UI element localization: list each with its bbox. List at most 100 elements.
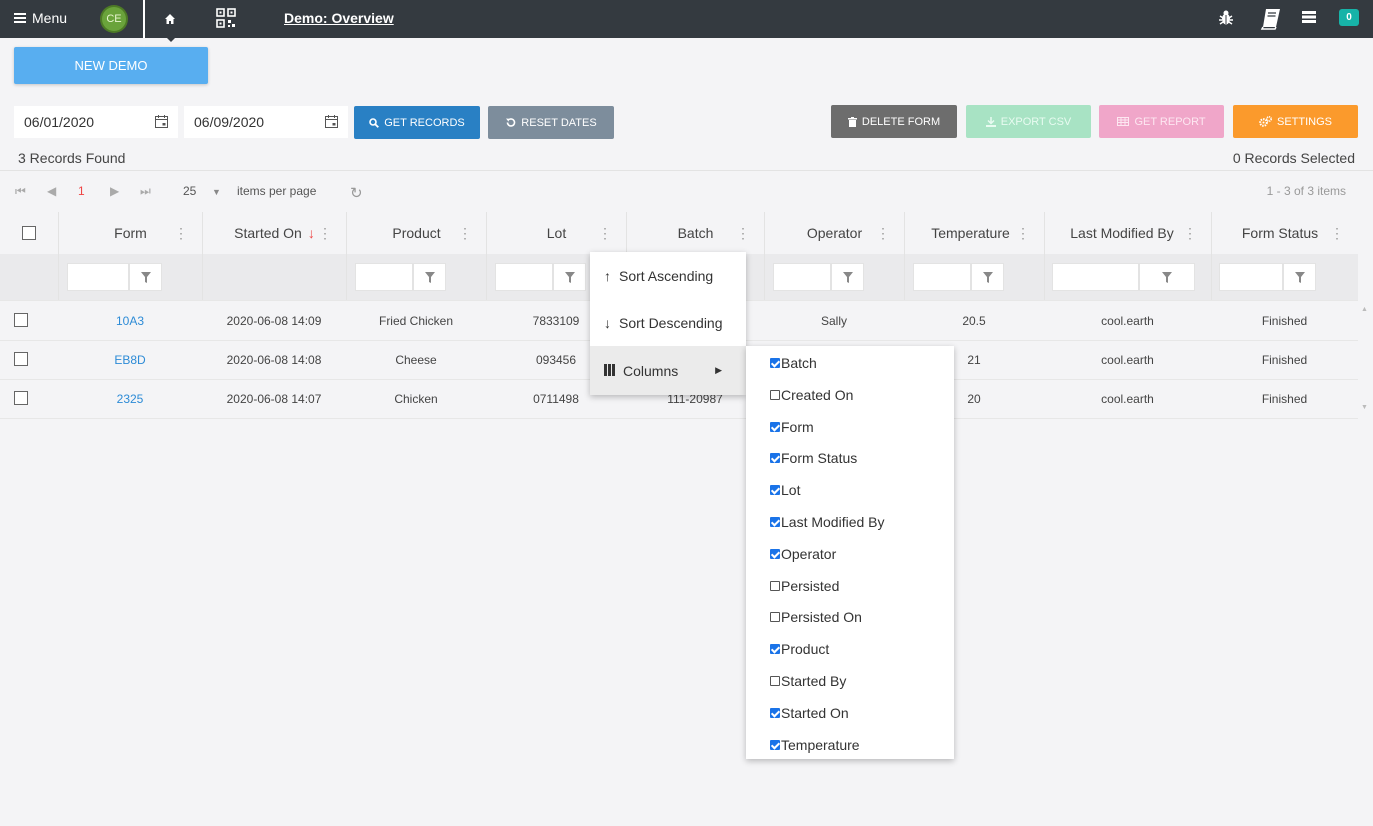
column-header-product[interactable]: Product ⋮ (346, 212, 486, 254)
qr-code-icon[interactable] (216, 8, 236, 31)
column-option[interactable]: Batch (770, 355, 817, 371)
bug-icon[interactable] (1218, 9, 1234, 30)
column-header-form[interactable]: Form ⋮ (58, 212, 202, 254)
checked-checkbox[interactable] (770, 421, 780, 432)
get-report-button[interactable]: GET REPORT (1099, 105, 1224, 138)
start-date-input[interactable]: 06/01/2020 (14, 106, 178, 138)
export-csv-button[interactable]: EXPORT CSV (966, 105, 1091, 138)
last-page-icon[interactable]: ⏭ (140, 184, 151, 199)
column-header-last-modified-by[interactable]: Last Modified By ⋮ (1044, 212, 1211, 254)
book-icon[interactable] (1260, 7, 1282, 34)
column-menu-icon[interactable]: ⋮ (1016, 225, 1030, 242)
delete-form-button[interactable]: DELETE FORM (831, 105, 957, 138)
avatar[interactable]: CE (102, 7, 126, 31)
current-page-number[interactable]: 1 (78, 184, 85, 198)
notification-badge[interactable]: 0 (1339, 9, 1359, 26)
checked-checkbox[interactable] (770, 358, 780, 368)
column-option[interactable]: Temperature (770, 737, 860, 753)
row-checkbox[interactable] (14, 352, 28, 366)
unchecked-checkbox[interactable] (770, 676, 780, 686)
column-header-started-on[interactable]: Started On ↓ ⋮ (202, 212, 346, 254)
filter-input[interactable] (355, 263, 413, 291)
list-icon[interactable] (1302, 11, 1316, 26)
column-option-label: Started By (781, 673, 847, 689)
checked-checkbox[interactable] (770, 517, 780, 527)
form-link[interactable]: 2325 (58, 392, 202, 406)
column-option[interactable]: Form Status (770, 450, 857, 466)
column-menu-icon[interactable]: ⋮ (458, 225, 472, 242)
filter-input[interactable] (495, 263, 553, 291)
column-option[interactable]: Persisted On (770, 609, 862, 625)
checked-checkbox[interactable] (770, 739, 780, 750)
sort-ascending-item[interactable]: ↑ Sort Ascending (590, 252, 746, 299)
home-button[interactable] (150, 0, 190, 38)
row-checkbox[interactable] (14, 391, 28, 405)
first-page-icon[interactable]: ⏮ (15, 184, 26, 199)
row-checkbox[interactable] (14, 313, 28, 327)
get-records-button[interactable]: GET RECORDS (354, 106, 480, 139)
sort-descending-item[interactable]: ↓ Sort Descending (590, 299, 746, 346)
column-menu-icon[interactable]: ⋮ (876, 225, 890, 242)
column-menu-icon[interactable]: ⋮ (736, 225, 750, 242)
next-page-icon[interactable]: ▶ (110, 184, 119, 198)
filter-input[interactable] (1219, 263, 1283, 291)
column-option[interactable]: Product (770, 641, 829, 657)
columns-item[interactable]: Columns ▶ (590, 346, 746, 395)
column-option[interactable]: Started By (770, 673, 846, 689)
checked-checkbox[interactable] (770, 453, 780, 464)
filter-icon[interactable] (1283, 263, 1316, 291)
checked-checkbox[interactable] (770, 548, 780, 559)
unchecked-checkbox[interactable] (770, 580, 780, 591)
column-option[interactable]: Created On (770, 387, 853, 403)
filter-input[interactable] (913, 263, 971, 291)
column-menu-icon[interactable]: ⋮ (598, 225, 612, 242)
filter-input[interactable] (1052, 263, 1139, 291)
end-date-input[interactable]: 06/09/2020 (184, 106, 348, 138)
chevron-down-icon[interactable]: ▼ (212, 187, 221, 197)
scroll-up-icon[interactable]: ▲ (1361, 306, 1368, 313)
filter-icon[interactable] (1139, 263, 1195, 291)
filter-icon[interactable] (553, 263, 586, 291)
checked-checkbox[interactable] (770, 485, 780, 496)
unchecked-checkbox[interactable] (770, 389, 780, 400)
column-header-temperature[interactable]: Temperature ⋮ (904, 212, 1044, 254)
column-option[interactable]: Operator (770, 546, 836, 562)
filter-form-status (1211, 254, 1358, 300)
column-header-form-status[interactable]: Form Status ⋮ (1211, 212, 1358, 254)
menu-button[interactable]: Menu (14, 10, 67, 26)
filter-icon[interactable] (413, 263, 446, 291)
filter-input[interactable] (67, 263, 129, 291)
column-menu-icon[interactable]: ⋮ (174, 225, 188, 242)
calendar-icon[interactable] (325, 115, 338, 131)
filter-icon[interactable] (971, 263, 1004, 291)
scroll-down-icon[interactable]: ▼ (1361, 404, 1368, 411)
reset-dates-button[interactable]: RESET DATES (488, 106, 614, 139)
form-link[interactable]: EB8D (58, 353, 202, 367)
new-demo-button[interactable]: NEW DEMO (14, 47, 208, 84)
select-all-checkbox[interactable] (22, 226, 36, 240)
calendar-icon[interactable] (155, 115, 168, 131)
column-header-batch[interactable]: Batch ⋮ (626, 212, 764, 254)
column-menu-icon[interactable]: ⋮ (318, 225, 332, 242)
filter-icon[interactable] (129, 263, 162, 291)
column-header-lot[interactable]: Lot ⋮ (486, 212, 626, 254)
column-menu-icon[interactable]: ⋮ (1330, 225, 1344, 242)
page-title-link[interactable]: Demo: Overview (284, 10, 394, 26)
settings-button[interactable]: SETTINGS (1233, 105, 1358, 138)
column-menu-icon[interactable]: ⋮ (1183, 225, 1197, 242)
column-option[interactable]: Last Modified By (770, 514, 885, 530)
page-size-select[interactable]: 25 (183, 184, 196, 198)
unchecked-checkbox[interactable] (770, 612, 780, 623)
filter-input[interactable] (773, 263, 831, 291)
column-option[interactable]: Form (770, 419, 814, 435)
previous-page-icon[interactable]: ◀ (47, 184, 56, 198)
column-option[interactable]: Lot (770, 482, 800, 498)
refresh-icon[interactable]: ↻ (350, 184, 363, 202)
filter-icon[interactable] (831, 263, 864, 291)
checked-checkbox[interactable] (770, 644, 780, 655)
form-link[interactable]: 10A3 (58, 314, 202, 328)
column-header-operator[interactable]: Operator ⋮ (764, 212, 904, 254)
column-option[interactable]: Started On (770, 705, 849, 721)
column-option[interactable]: Persisted (770, 578, 839, 594)
checked-checkbox[interactable] (770, 707, 780, 718)
